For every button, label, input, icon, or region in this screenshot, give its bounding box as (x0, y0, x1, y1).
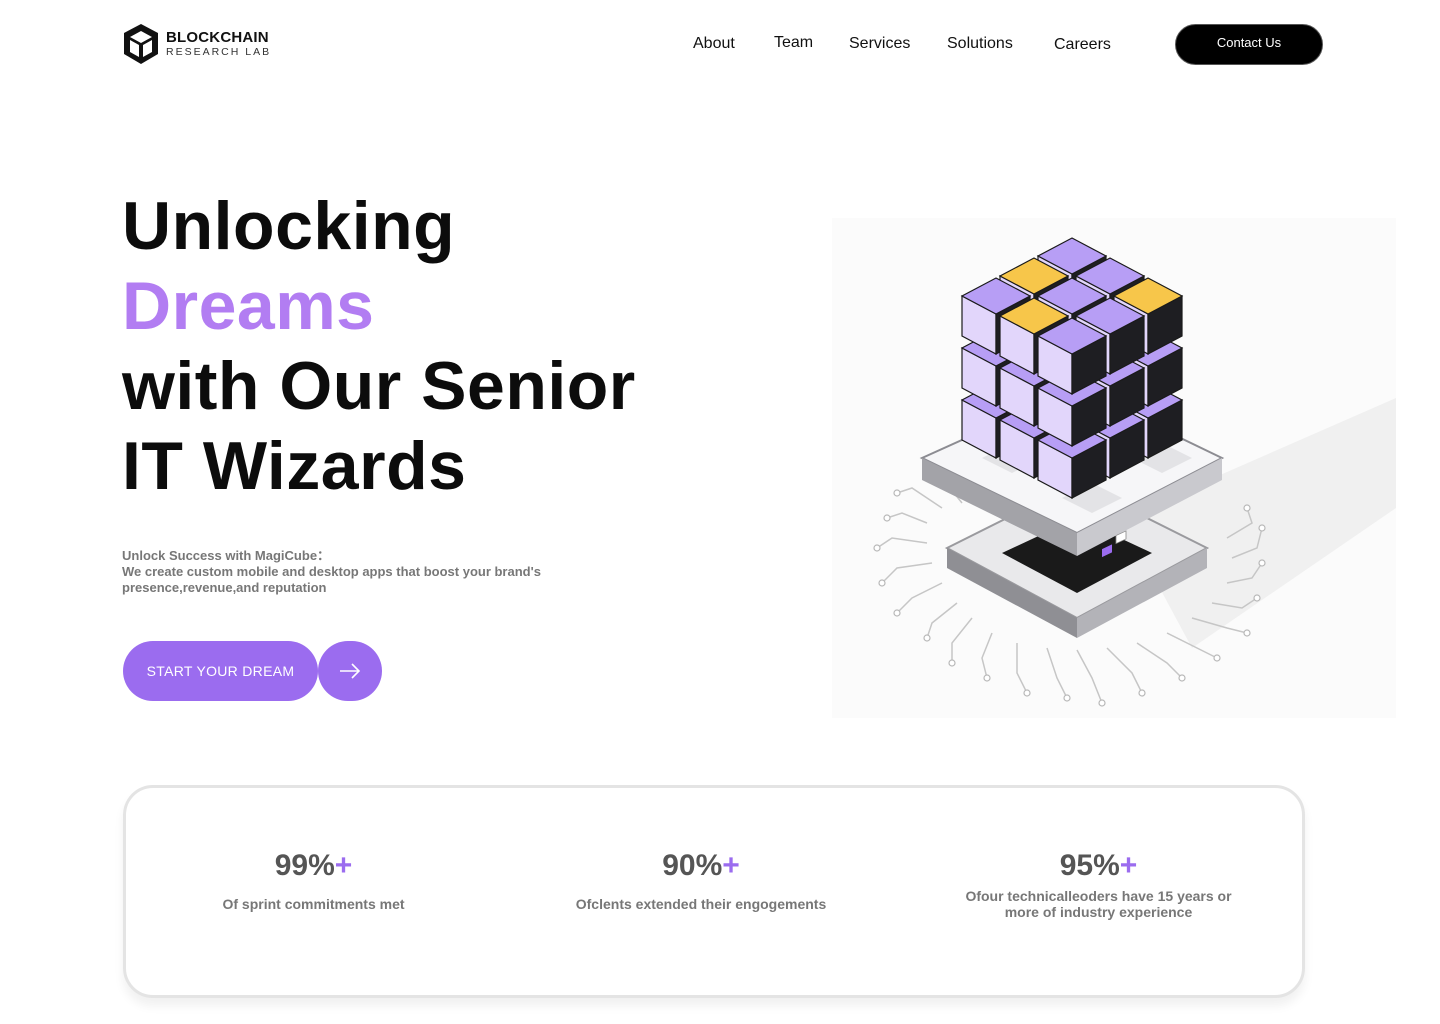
contact-us-button[interactable]: Contact Us (1175, 24, 1323, 65)
stats-card: 99%+ Of sprint commitments met 90%+ Ofcl… (123, 785, 1305, 998)
stat-number: 95%+ (1059, 849, 1138, 882)
cta-arrow-button[interactable] (318, 641, 382, 701)
stat-number: 99%+ (274, 849, 353, 882)
hero-title-line3: with Our Senior (122, 348, 636, 424)
hero-title-line4: IT Wizards (122, 428, 467, 504)
hero-subtitle-body: We create custom mobile and desktop apps… (122, 564, 541, 595)
brand-title: BLOCKCHAIN (166, 29, 269, 47)
nav-team[interactable]: Team (774, 34, 813, 52)
stat-label: Ofour technicalleoders have 15 years or … (965, 888, 1232, 920)
nav-careers[interactable]: Careers (1054, 36, 1111, 54)
hero-title-accent: Dreams (122, 268, 375, 344)
cta-group: START YOUR DREAM (123, 641, 382, 701)
arrow-right-icon (340, 663, 361, 679)
brand-subtitle: RESEARCH LAB (166, 46, 272, 59)
stat-label: Ofclents extended their engogements (575, 896, 827, 912)
hero-title-line1: Unlocking (122, 188, 456, 264)
hero-subtitle-heading: Unlock Success with MagiCube： (122, 548, 331, 563)
hero-subtitle: Unlock Success with MagiCube： We create … (122, 548, 592, 596)
nav-solutions[interactable]: Solutions (947, 35, 1013, 53)
stat-item-clients: 90%+ Ofclents extended their engogements (551, 848, 851, 912)
nav-about[interactable]: About (693, 35, 735, 53)
hero-title: Unlocking Dreams with Our Senior IT Wiza… (122, 186, 636, 506)
stat-number: 90%+ (662, 849, 740, 882)
stat-item-leaders: 95%+ Ofour technicalleoders have 15 year… (961, 848, 1236, 920)
stat-label: Of sprint commitments met (222, 896, 405, 912)
hero-cube-illustration (832, 218, 1396, 718)
cube-logo-icon (124, 24, 158, 64)
start-dream-button[interactable]: START YOUR DREAM (123, 641, 318, 701)
nav-services[interactable]: Services (849, 35, 910, 53)
stat-item-sprint: 99%+ Of sprint commitments met (196, 848, 431, 912)
brand-logo[interactable]: BLOCKCHAIN RESEARCH LAB (122, 22, 271, 66)
